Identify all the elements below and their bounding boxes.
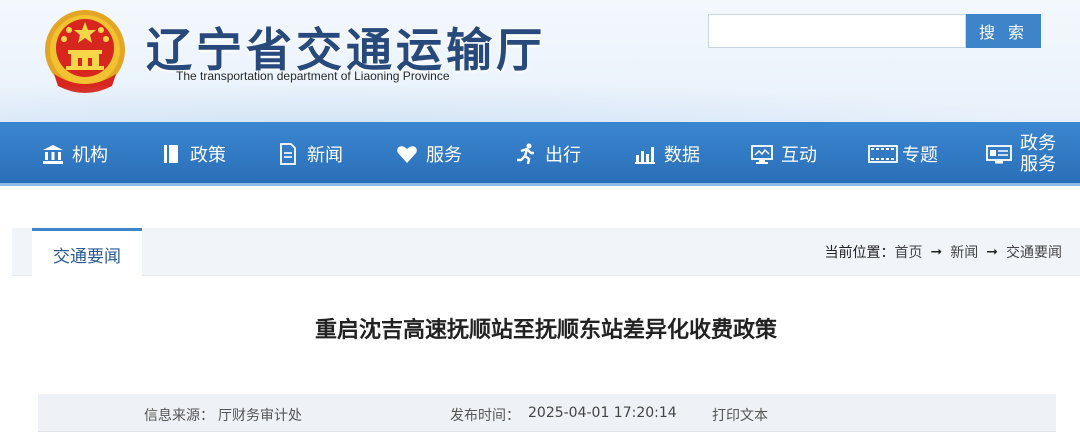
nav-item-travel[interactable]: 出行	[515, 122, 581, 186]
publish-time-label: 发布时间：	[450, 408, 520, 424]
breadcrumb-label: 当前位置：	[824, 245, 895, 261]
nav-label-line1: 政务	[1020, 133, 1056, 154]
document-icon	[277, 143, 299, 165]
nav-label: 互动	[781, 145, 817, 166]
print-link[interactable]: 打印文本	[712, 405, 768, 425]
national-emblem-icon	[45, 10, 125, 93]
site-subtitle: The transportation department of Liaonin…	[176, 69, 450, 83]
main-nav: 机构 政策 新闻 服务 出行 数据 互动 专题 政务 服务	[0, 122, 1080, 186]
article-title: 重启沈吉高速抚顺站至抚顺东站差异化收费政策	[314, 318, 777, 343]
arrow-right-icon: ➞	[930, 244, 943, 260]
nav-label: 服务	[426, 145, 462, 166]
heart-icon	[396, 143, 418, 165]
source-label: 信息来源：	[144, 408, 214, 424]
book-icon	[160, 143, 182, 165]
breadcrumb-news[interactable]: 新闻	[950, 242, 978, 262]
nav-item-institution[interactable]: 机构	[42, 122, 108, 186]
nav-label: 政务 服务	[1020, 133, 1060, 175]
nav-item-interaction[interactable]: 互动	[751, 122, 817, 186]
running-icon	[515, 143, 537, 165]
nav-item-special-topics[interactable]: 专题	[868, 122, 938, 186]
nav-label-line2: 服务	[1020, 154, 1056, 175]
source-value: 厅财务审计处	[218, 408, 302, 424]
breadcrumb-home[interactable]: 首页	[895, 242, 923, 262]
article-meta-bar: 信息来源： 厅财务审计处 发布时间： 2025-04-01 17:20:14 打…	[38, 394, 1056, 432]
arrow-right-icon: ➞	[986, 244, 998, 260]
nav-label: 专题	[902, 145, 938, 166]
nav-label: 政策	[190, 145, 226, 166]
tab-traffic-news[interactable]: 交通要闻	[32, 228, 142, 277]
institution-icon	[42, 143, 64, 165]
search-button[interactable]: 搜 索	[966, 14, 1041, 48]
nav-label: 新闻	[307, 145, 343, 166]
site-header: 辽宁省交通运输厅 The transportation department o…	[0, 0, 1080, 122]
nav-item-data[interactable]: 数据	[634, 122, 700, 186]
gov-service-icon	[986, 143, 1012, 165]
section-tabbar: 交通要闻 当前位置： 首页 ➞ 新闻 ➞ 交通要闻	[12, 228, 1080, 277]
nav-item-news[interactable]: 新闻	[277, 122, 343, 186]
nav-item-policy[interactable]: 政策	[160, 122, 226, 186]
nav-label: 出行	[545, 145, 581, 166]
bar-chart-icon	[634, 143, 656, 165]
monitor-icon	[751, 143, 773, 165]
nav-item-gov-service[interactable]: 政务 服务	[986, 122, 1060, 186]
breadcrumb: 当前位置： 首页 ➞ 新闻 ➞ 交通要闻	[825, 228, 1062, 276]
publish-time-value: 2025-04-01 17:20:14	[528, 405, 677, 421]
nav-label: 数据	[664, 145, 700, 166]
nav-item-service[interactable]: 服务	[396, 122, 462, 186]
breadcrumb-traffic-news[interactable]: 交通要闻	[1006, 242, 1062, 262]
nav-label: 机构	[72, 145, 108, 166]
search-input[interactable]	[708, 14, 966, 48]
film-icon	[868, 143, 898, 165]
